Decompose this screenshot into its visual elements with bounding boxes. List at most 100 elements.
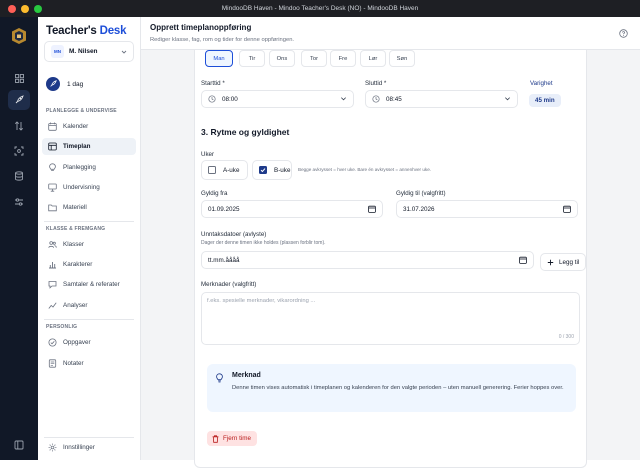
sidebar-item-oppgaver[interactable]: Oppgaver <box>42 334 136 351</box>
day-button-son[interactable]: Søn <box>389 50 415 67</box>
rocket-icon <box>46 77 60 91</box>
sidebar: Teacher's Desk MN M. Nilsen 1 dag PLANLE… <box>38 17 141 460</box>
lightbulb-icon <box>216 373 223 383</box>
day-button-tir[interactable]: Tir <box>239 50 265 67</box>
sidebar-item-samtaler[interactable]: Samtaler & referater <box>42 276 136 293</box>
sidebar-item-innstillinger[interactable]: Innstillinger <box>42 439 136 456</box>
end-time-value: 08:45 <box>386 95 402 103</box>
rail-dashboard-button[interactable] <box>8 68 30 88</box>
info-note-title: Merknad <box>232 372 261 379</box>
user-selector[interactable]: MN M. Nilsen <box>44 41 134 62</box>
delete-button-label: Fjern time <box>223 435 251 442</box>
chevron-down-icon <box>505 97 510 101</box>
valid-from-value: 01.09.2025 <box>208 205 240 213</box>
sidebar-divider <box>44 437 134 438</box>
app-logo-icon <box>11 27 27 45</box>
folder-icon <box>47 203 57 213</box>
delete-entry-button[interactable]: Fjern time <box>207 431 257 446</box>
exception-date-input[interactable]: tt.mm.åååå <box>201 251 534 269</box>
main-content: Opprett timeplanoppføring Rediger klasse… <box>141 17 640 468</box>
sidebar-item-label: Innstillinger <box>63 444 95 451</box>
page-header: Opprett timeplanoppføring Rediger klasse… <box>141 17 640 50</box>
day-button-tor[interactable]: Tor <box>301 50 327 67</box>
check-circle-icon <box>47 338 57 348</box>
note-icon <box>47 359 57 369</box>
valid-to-label: Gyldig til (valgfritt) <box>396 190 446 197</box>
icon-rail <box>0 17 38 460</box>
sidebar-item-karakterer[interactable]: Karakterer <box>42 256 136 273</box>
rail-sync-button[interactable] <box>8 116 30 136</box>
a-week-checkbox[interactable]: A-uke <box>201 160 248 180</box>
start-time-input[interactable]: 08:00 <box>201 90 354 108</box>
sidebar-item-analyser[interactable]: Analyser <box>42 297 136 314</box>
app-window: MindooDB Haven - Mindoo Teacher's Desk (… <box>0 0 640 468</box>
add-exception-button[interactable]: Legg til <box>540 253 586 271</box>
help-icon[interactable] <box>619 29 628 38</box>
notes-label: Merknader (valgfritt) <box>201 281 257 288</box>
sidebar-item-label: Oppgaver <box>63 339 91 346</box>
sidebar-item-label: Undervisning <box>63 184 100 191</box>
sidebar-item-label: Notater <box>63 360 84 367</box>
title-bar: MindooDB Haven - Mindoo Teacher's Desk (… <box>0 0 640 17</box>
sidebar-item-materiell[interactable]: Materiell <box>42 199 136 216</box>
window-title: MindooDB Haven - Mindoo Teacher's Desk (… <box>221 5 419 12</box>
brand-main: Teacher's <box>46 25 100 37</box>
sidebar-item-label: Karakterer <box>63 261 93 268</box>
chevron-down-icon <box>341 97 346 101</box>
sidebar-item-kalender[interactable]: Kalender <box>42 118 136 135</box>
bar-chart-icon <box>47 260 57 270</box>
page-title: Opprett timeplanoppføring <box>150 23 252 32</box>
section-label-class: KLASSE & FREMGANG <box>46 226 106 232</box>
section-label-personal: PERSONLIG <box>46 324 78 330</box>
chat-icon <box>47 280 57 290</box>
valid-to-input[interactable]: 31.07.2026 <box>396 200 578 218</box>
calendar-icon[interactable] <box>368 205 376 213</box>
day-button-lor[interactable]: Lør <box>360 50 386 67</box>
brand-title: Teacher's Desk <box>46 25 126 37</box>
streak-indicator: 1 dag <box>46 77 83 91</box>
calendar-icon[interactable] <box>563 205 571 213</box>
valid-to-value: 31.07.2026 <box>403 205 435 213</box>
checkbox-checked-icon <box>259 166 267 174</box>
start-time-label: Starttid * <box>201 80 225 87</box>
sidebar-item-label: Timeplan <box>63 143 91 150</box>
streak-text: 1 dag <box>67 80 84 88</box>
info-note: Merknad Denne timen vises automatisk i t… <box>207 364 576 412</box>
calendar-icon[interactable] <box>519 256 527 264</box>
avatar: MN <box>51 45 64 58</box>
trash-icon <box>212 434 219 443</box>
notes-textarea[interactable]: f.eks. spesielle merknader, vikarordning… <box>201 292 580 345</box>
sidebar-item-label: Samtaler & referater <box>63 281 120 288</box>
sidebar-item-planlegging[interactable]: Planlegging <box>42 159 136 176</box>
end-time-input[interactable]: 08:45 <box>365 90 518 108</box>
exceptions-label: Unntaksdatoer (avlyste) <box>201 231 267 238</box>
b-week-checkbox[interactable]: B-uke <box>252 160 292 180</box>
rail-scan-button[interactable] <box>8 141 30 161</box>
sidebar-item-timeplan[interactable]: Timeplan <box>42 138 136 155</box>
b-week-label: B-uke <box>274 166 291 174</box>
rail-teacher-button[interactable] <box>8 90 30 110</box>
sidebar-item-label: Materiell <box>63 204 87 211</box>
notes-placeholder: f.eks. spesielle merknader, vikarordning… <box>207 298 316 304</box>
valid-from-label: Gyldig fra <box>201 190 228 197</box>
presentation-icon <box>47 183 57 193</box>
clock-icon <box>372 95 380 103</box>
day-button-fre[interactable]: Fre <box>330 50 356 67</box>
sidebar-item-label: Analyser <box>63 302 88 309</box>
day-button-ons[interactable]: Ons <box>269 50 295 67</box>
rail-database-button[interactable] <box>8 166 30 186</box>
checkbox-unchecked-icon <box>208 166 216 174</box>
sidebar-item-notater[interactable]: Notater <box>42 355 136 372</box>
sidebar-item-label: Kalender <box>63 123 89 130</box>
day-button-man[interactable]: Man <box>205 50 233 67</box>
sidebar-item-undervisning[interactable]: Undervisning <box>42 179 136 196</box>
rail-panel-toggle-button[interactable] <box>8 435 30 455</box>
section-label-plan: PLANLEGGE & UNDERVISE <box>46 108 117 114</box>
rail-settings-button[interactable] <box>8 192 30 212</box>
duration-badge: 45 min <box>529 94 561 107</box>
sliders-icon <box>15 198 23 206</box>
chevron-down-icon <box>121 50 127 54</box>
valid-from-input[interactable]: 01.09.2025 <box>201 200 383 218</box>
database-icon <box>15 171 23 181</box>
sidebar-item-klasser[interactable]: Klasser <box>42 236 136 253</box>
